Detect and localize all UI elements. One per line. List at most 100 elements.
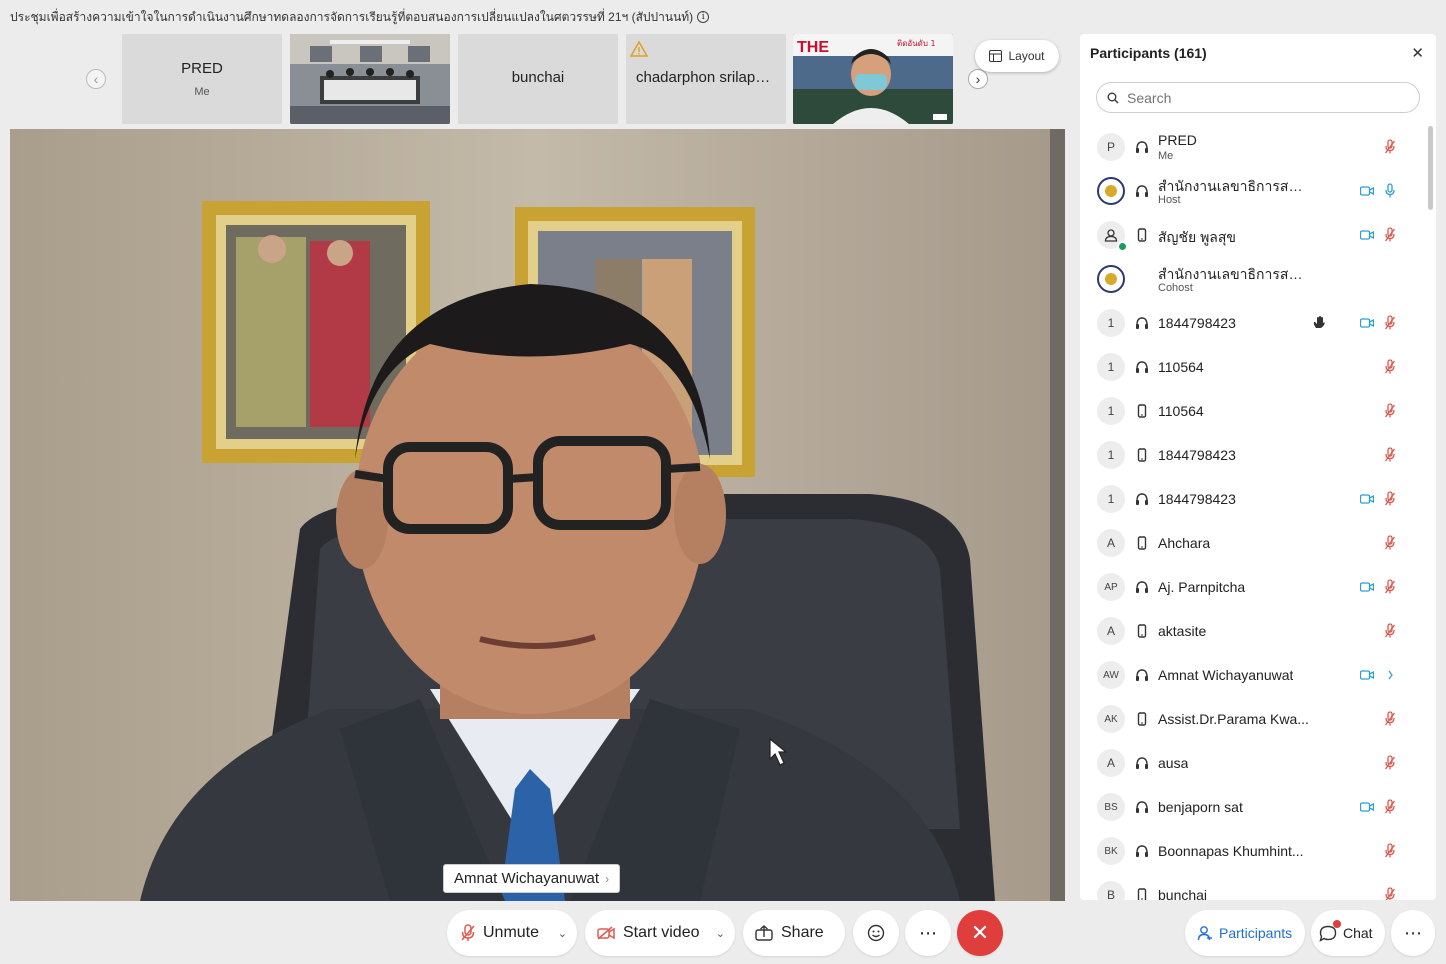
- share-button[interactable]: Share: [743, 910, 845, 956]
- strip-prev-button[interactable]: ‹: [86, 69, 106, 89]
- layout-label: Layout: [1008, 49, 1045, 63]
- search-input[interactable]: [1127, 89, 1387, 106]
- unmute-button[interactable]: Unmute ⌄: [447, 910, 577, 956]
- headset-icon: [1136, 669, 1148, 681]
- camera-icon[interactable]: [1360, 493, 1374, 505]
- phone-icon: [1137, 404, 1147, 418]
- mic-muted-icon[interactable]: [1384, 579, 1396, 595]
- end-meeting-button[interactable]: ✕: [957, 910, 1003, 956]
- panel-toggle-bar: Participants Chat ⋯: [1183, 905, 1446, 961]
- mic-muted-icon[interactable]: [1384, 755, 1396, 771]
- mic-muted-icon: [461, 924, 475, 941]
- thumbnail-tile-pred[interactable]: PRED Me: [122, 34, 282, 124]
- layout-button[interactable]: Layout: [975, 40, 1059, 72]
- share-label: Share: [781, 924, 824, 941]
- participant-name: 110564: [1158, 359, 1204, 375]
- participant-search[interactable]: [1096, 82, 1420, 113]
- participant-row[interactable]: สำนักงานเลขาธิการสภา... Cohost: [1080, 257, 1426, 301]
- avatar: 1: [1097, 485, 1125, 513]
- mic-muted-icon[interactable]: [1384, 535, 1396, 551]
- participants-panel: Participants (161) ✕ P PRED Me สำนักงานเลขา…: [1080, 34, 1436, 900]
- info-icon[interactable]: i: [697, 11, 710, 23]
- participant-row[interactable]: Aausa: [1080, 741, 1426, 785]
- participant-row[interactable]: 1 110564: [1080, 389, 1426, 433]
- participants-header: Participants (161) ✕: [1080, 34, 1436, 72]
- camera-icon[interactable]: [1360, 581, 1374, 593]
- participant-row[interactable]: A Ahchara: [1080, 521, 1426, 565]
- participants-toggle-button[interactable]: Participants: [1185, 910, 1305, 956]
- phone-icon: [1137, 888, 1147, 900]
- chat-toggle-button[interactable]: Chat: [1311, 910, 1385, 956]
- mic-muted-icon[interactable]: [1384, 623, 1396, 639]
- participant-name: PRED: [1158, 132, 1197, 148]
- mic-icon[interactable]: [1384, 183, 1396, 199]
- headset-icon: [1136, 581, 1148, 593]
- close-icon[interactable]: ✕: [1411, 44, 1424, 62]
- mic-muted-icon[interactable]: [1384, 711, 1396, 727]
- participant-row[interactable]: AK Assist.Dr.Parama Kwa...: [1080, 697, 1426, 741]
- thumbnail-tile-conference-room[interactable]: [290, 34, 450, 124]
- speaker-name-tag[interactable]: Amnat Wichayanuwat ›: [443, 864, 621, 893]
- camera-icon[interactable]: [1360, 229, 1374, 241]
- avatar: P: [1097, 133, 1125, 161]
- participant-name: ausa: [1158, 755, 1189, 771]
- mic-muted-icon[interactable]: [1384, 315, 1396, 331]
- more-options-button[interactable]: ⋯: [905, 910, 951, 956]
- participant-row[interactable]: Bbunchai: [1080, 873, 1426, 900]
- thumbnail-tile-bunchai[interactable]: bunchai: [458, 34, 618, 124]
- thumbnail-tile-presenter[interactable]: THE ติดอันดับ 1: [793, 34, 953, 124]
- camera-icon[interactable]: [1360, 185, 1374, 197]
- mic-muted-icon[interactable]: [1384, 843, 1396, 859]
- unread-badge: [1333, 920, 1341, 928]
- participant-name: aktasite: [1158, 623, 1207, 639]
- mic-muted-icon[interactable]: [1384, 799, 1396, 815]
- phone-icon: [1137, 624, 1147, 638]
- mic-muted-icon[interactable]: [1384, 887, 1396, 900]
- tile-name: bunchai: [511, 69, 565, 86]
- meeting-title-bar: ประชุมเพื่อสร้างความเข้าใจในการดำเนินงาน…: [0, 0, 1446, 34]
- participant-row[interactable]: 1 1844798423: [1080, 477, 1426, 521]
- thumbnail-tile-chadarphon[interactable]: chadarphon srilap…: [626, 34, 786, 124]
- headset-icon: [1136, 141, 1148, 153]
- camera-icon[interactable]: [1360, 669, 1374, 681]
- participant-name: Boonnapas Khumhint...: [1158, 843, 1304, 859]
- chevron-down-icon[interactable]: ⌄: [716, 927, 725, 940]
- participant-name: 1844798423: [1158, 447, 1236, 463]
- headset-icon: [1136, 493, 1148, 505]
- camera-icon[interactable]: [1360, 801, 1374, 813]
- more-panels-button[interactable]: ⋯: [1391, 910, 1435, 956]
- mic-muted-icon[interactable]: [1384, 227, 1396, 243]
- mic-muted-icon[interactable]: [1384, 491, 1396, 507]
- participant-row[interactable]: สำนักงานเลขาธิการสภา... Host: [1080, 169, 1426, 213]
- participant-row[interactable]: AP Aj. Parnpitcha: [1080, 565, 1426, 609]
- chevron-down-icon[interactable]: ⌄: [558, 927, 567, 940]
- participant-row[interactable]: 1 1844798423: [1080, 301, 1426, 345]
- start-video-button[interactable]: Start video ⌄: [585, 910, 735, 956]
- headset-icon: [1136, 361, 1148, 373]
- mic-muted-icon[interactable]: [1384, 403, 1396, 419]
- participant-row[interactable]: 1 1844798423: [1080, 433, 1426, 477]
- participant-row[interactable]: BS benjaporn sat: [1080, 785, 1426, 829]
- reactions-button[interactable]: [853, 910, 899, 956]
- participant-row[interactable]: 1 110564: [1080, 345, 1426, 389]
- participant-row[interactable]: สัญชัย พูลสุข: [1080, 213, 1426, 257]
- conference-room-image: [290, 34, 450, 124]
- participant-row[interactable]: Aaktasite: [1080, 609, 1426, 653]
- participant-row[interactable]: P PRED Me: [1080, 125, 1426, 169]
- participant-list-scrollbar[interactable]: [1428, 126, 1433, 210]
- mic-speaking-icon[interactable]: [1384, 667, 1396, 683]
- camera-icon[interactable]: [1360, 317, 1374, 329]
- participant-row[interactable]: BK Boonnapas Khumhint...: [1080, 829, 1426, 873]
- participants-title: Participants (161): [1090, 45, 1207, 61]
- participant-role: Host: [1158, 194, 1181, 206]
- mic-muted-icon[interactable]: [1384, 447, 1396, 463]
- search-icon: [1107, 92, 1119, 103]
- avatar: [1097, 177, 1125, 205]
- participant-row[interactable]: AW Amnat Wichayanuwat: [1080, 653, 1426, 697]
- mic-muted-icon[interactable]: [1384, 139, 1396, 155]
- mic-muted-icon[interactable]: [1384, 359, 1396, 375]
- headset-icon: [1136, 317, 1148, 329]
- strip-next-button[interactable]: ›: [968, 69, 988, 89]
- main-speaker-video[interactable]: [10, 129, 1065, 901]
- avatar: A: [1097, 529, 1125, 557]
